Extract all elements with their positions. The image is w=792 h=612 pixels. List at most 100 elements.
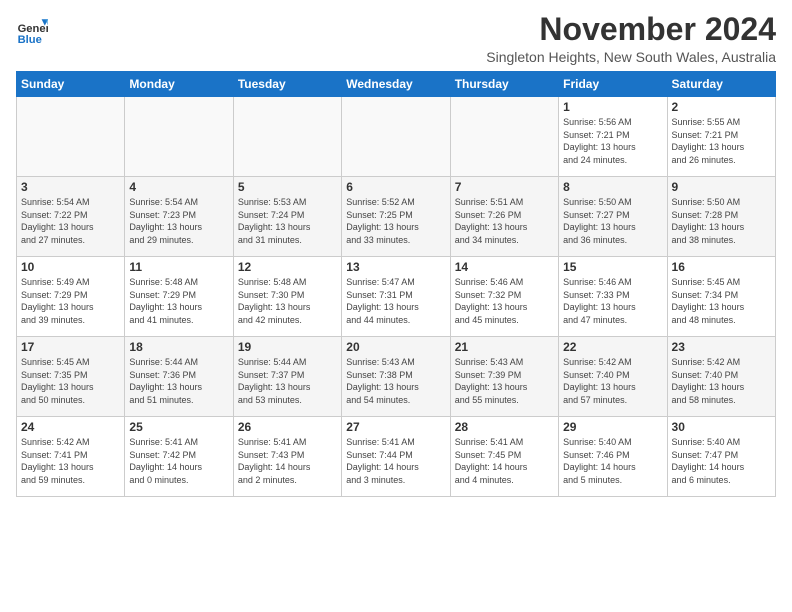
day-info: Sunrise: 5:50 AM Sunset: 7:28 PM Dayligh… xyxy=(672,196,771,246)
header: General Blue November 2024 Singleton Hei… xyxy=(16,12,776,65)
day-info: Sunrise: 5:44 AM Sunset: 7:36 PM Dayligh… xyxy=(129,356,228,406)
day-number: 7 xyxy=(455,180,554,194)
calendar-cell: 1Sunrise: 5:56 AM Sunset: 7:21 PM Daylig… xyxy=(559,97,667,177)
day-number: 24 xyxy=(21,420,120,434)
calendar-cell: 28 Sunrise: 5:41 AM Sunset: 7:45 PM Dayli… xyxy=(450,417,558,497)
logo: General Blue xyxy=(16,16,48,48)
calendar-cell: 6 Sunrise: 5:52 AM Sunset: 7:25 PM Daylig… xyxy=(342,177,450,257)
col-saturday: Saturday xyxy=(667,72,775,97)
calendar-cell: 3Sunrise: 5:54 AM Sunset: 7:22 PM Daylig… xyxy=(17,177,125,257)
calendar-cell xyxy=(17,97,125,177)
day-info: Sunrise: 5:46 AM Sunset: 7:33 PM Dayligh… xyxy=(563,276,662,326)
day-number: 28 xyxy=(455,420,554,434)
day-number: 23 xyxy=(672,340,771,354)
calendar-cell: 9Sunrise: 5:50 AM Sunset: 7:28 PM Daylig… xyxy=(667,177,775,257)
logo-icon: General Blue xyxy=(16,16,48,48)
calendar-cell: 11 Sunrise: 5:48 AM Sunset: 7:29 PM Dayli… xyxy=(125,257,233,337)
calendar-cell: 4Sunrise: 5:54 AM Sunset: 7:23 PM Daylig… xyxy=(125,177,233,257)
calendar-cell: 22Sunrise: 5:42 AM Sunset: 7:40 PM Dayli… xyxy=(559,337,667,417)
day-info: Sunrise: 5:41 AM Sunset: 7:45 PM Dayligh… xyxy=(455,436,554,486)
calendar-cell xyxy=(125,97,233,177)
week-row-2: 3Sunrise: 5:54 AM Sunset: 7:22 PM Daylig… xyxy=(17,177,776,257)
calendar-cell: 21 Sunrise: 5:43 AM Sunset: 7:39 PM Dayli… xyxy=(450,337,558,417)
calendar-cell: 14 Sunrise: 5:46 AM Sunset: 7:32 PM Dayli… xyxy=(450,257,558,337)
col-sunday: Sunday xyxy=(17,72,125,97)
calendar-cell: 12Sunrise: 5:48 AM Sunset: 7:30 PM Dayli… xyxy=(233,257,341,337)
subtitle: Singleton Heights, New South Wales, Aust… xyxy=(486,49,776,65)
week-row-4: 17 Sunrise: 5:45 AM Sunset: 7:35 PM Dayli… xyxy=(17,337,776,417)
calendar-table: Sunday Monday Tuesday Wednesday Thursday… xyxy=(16,71,776,497)
day-number: 14 xyxy=(455,260,554,274)
day-number: 13 xyxy=(346,260,445,274)
calendar-cell: 13 Sunrise: 5:47 AM Sunset: 7:31 PM Dayli… xyxy=(342,257,450,337)
day-info: Sunrise: 5:53 AM Sunset: 7:24 PM Dayligh… xyxy=(238,196,337,246)
day-info: Sunrise: 5:45 AM Sunset: 7:35 PM Dayligh… xyxy=(21,356,120,406)
day-info: Sunrise: 5:44 AM Sunset: 7:37 PM Dayligh… xyxy=(238,356,337,406)
calendar-cell: 5 Sunrise: 5:53 AM Sunset: 7:24 PM Daylig… xyxy=(233,177,341,257)
calendar-cell: 23 Sunrise: 5:42 AM Sunset: 7:40 PM Dayli… xyxy=(667,337,775,417)
day-info: Sunrise: 5:54 AM Sunset: 7:23 PM Dayligh… xyxy=(129,196,228,246)
calendar-cell: 8 Sunrise: 5:50 AM Sunset: 7:27 PM Daylig… xyxy=(559,177,667,257)
calendar-cell: 17 Sunrise: 5:45 AM Sunset: 7:35 PM Dayli… xyxy=(17,337,125,417)
day-number: 25 xyxy=(129,420,228,434)
calendar-cell xyxy=(233,97,341,177)
title-block: November 2024 Singleton Heights, New Sou… xyxy=(486,12,776,65)
day-number: 10 xyxy=(21,260,120,274)
day-info: Sunrise: 5:42 AM Sunset: 7:41 PM Dayligh… xyxy=(21,436,120,486)
calendar-cell: 30 Sunrise: 5:40 AM Sunset: 7:47 PM Dayli… xyxy=(667,417,775,497)
svg-text:General: General xyxy=(18,23,48,35)
day-info: Sunrise: 5:49 AM Sunset: 7:29 PM Dayligh… xyxy=(21,276,120,326)
day-info: Sunrise: 5:52 AM Sunset: 7:25 PM Dayligh… xyxy=(346,196,445,246)
month-title: November 2024 xyxy=(486,12,776,47)
day-info: Sunrise: 5:41 AM Sunset: 7:44 PM Dayligh… xyxy=(346,436,445,486)
day-info: Sunrise: 5:48 AM Sunset: 7:29 PM Dayligh… xyxy=(129,276,228,326)
calendar-cell: 2 Sunrise: 5:55 AM Sunset: 7:21 PM Daylig… xyxy=(667,97,775,177)
calendar-cell: 7 Sunrise: 5:51 AM Sunset: 7:26 PM Daylig… xyxy=(450,177,558,257)
day-info: Sunrise: 5:56 AM Sunset: 7:21 PM Dayligh… xyxy=(563,116,662,166)
day-info: Sunrise: 5:50 AM Sunset: 7:27 PM Dayligh… xyxy=(563,196,662,246)
day-info: Sunrise: 5:54 AM Sunset: 7:22 PM Dayligh… xyxy=(21,196,120,246)
col-monday: Monday xyxy=(125,72,233,97)
header-row: Sunday Monday Tuesday Wednesday Thursday… xyxy=(17,72,776,97)
page: General Blue November 2024 Singleton Hei… xyxy=(0,0,792,612)
day-info: Sunrise: 5:41 AM Sunset: 7:42 PM Dayligh… xyxy=(129,436,228,486)
day-number: 12 xyxy=(238,260,337,274)
calendar-cell: 27Sunrise: 5:41 AM Sunset: 7:44 PM Dayli… xyxy=(342,417,450,497)
calendar-cell: 15Sunrise: 5:46 AM Sunset: 7:33 PM Dayli… xyxy=(559,257,667,337)
day-number: 21 xyxy=(455,340,554,354)
calendar-cell: 24 Sunrise: 5:42 AM Sunset: 7:41 PM Dayli… xyxy=(17,417,125,497)
day-info: Sunrise: 5:55 AM Sunset: 7:21 PM Dayligh… xyxy=(672,116,771,166)
day-number: 8 xyxy=(563,180,662,194)
day-info: Sunrise: 5:46 AM Sunset: 7:32 PM Dayligh… xyxy=(455,276,554,326)
day-number: 2 xyxy=(672,100,771,114)
calendar-cell: 19 Sunrise: 5:44 AM Sunset: 7:37 PM Dayli… xyxy=(233,337,341,417)
day-number: 6 xyxy=(346,180,445,194)
day-number: 19 xyxy=(238,340,337,354)
day-info: Sunrise: 5:51 AM Sunset: 7:26 PM Dayligh… xyxy=(455,196,554,246)
calendar-cell: 29Sunrise: 5:40 AM Sunset: 7:46 PM Dayli… xyxy=(559,417,667,497)
day-number: 5 xyxy=(238,180,337,194)
day-number: 30 xyxy=(672,420,771,434)
day-number: 18 xyxy=(129,340,228,354)
day-info: Sunrise: 5:42 AM Sunset: 7:40 PM Dayligh… xyxy=(672,356,771,406)
calendar-cell: 18 Sunrise: 5:44 AM Sunset: 7:36 PM Dayli… xyxy=(125,337,233,417)
day-info: Sunrise: 5:45 AM Sunset: 7:34 PM Dayligh… xyxy=(672,276,771,326)
week-row-5: 24 Sunrise: 5:42 AM Sunset: 7:41 PM Dayli… xyxy=(17,417,776,497)
day-info: Sunrise: 5:47 AM Sunset: 7:31 PM Dayligh… xyxy=(346,276,445,326)
col-tuesday: Tuesday xyxy=(233,72,341,97)
col-friday: Friday xyxy=(559,72,667,97)
week-row-1: 1Sunrise: 5:56 AM Sunset: 7:21 PM Daylig… xyxy=(17,97,776,177)
svg-text:Blue: Blue xyxy=(18,34,42,46)
calendar-cell: 26Sunrise: 5:41 AM Sunset: 7:43 PM Dayli… xyxy=(233,417,341,497)
day-number: 17 xyxy=(21,340,120,354)
calendar-cell: 16Sunrise: 5:45 AM Sunset: 7:34 PM Dayli… xyxy=(667,257,775,337)
day-number: 29 xyxy=(563,420,662,434)
day-number: 11 xyxy=(129,260,228,274)
day-info: Sunrise: 5:40 AM Sunset: 7:47 PM Dayligh… xyxy=(672,436,771,486)
day-info: Sunrise: 5:43 AM Sunset: 7:38 PM Dayligh… xyxy=(346,356,445,406)
day-info: Sunrise: 5:41 AM Sunset: 7:43 PM Dayligh… xyxy=(238,436,337,486)
col-wednesday: Wednesday xyxy=(342,72,450,97)
col-thursday: Thursday xyxy=(450,72,558,97)
week-row-3: 10 Sunrise: 5:49 AM Sunset: 7:29 PM Dayli… xyxy=(17,257,776,337)
day-info: Sunrise: 5:43 AM Sunset: 7:39 PM Dayligh… xyxy=(455,356,554,406)
